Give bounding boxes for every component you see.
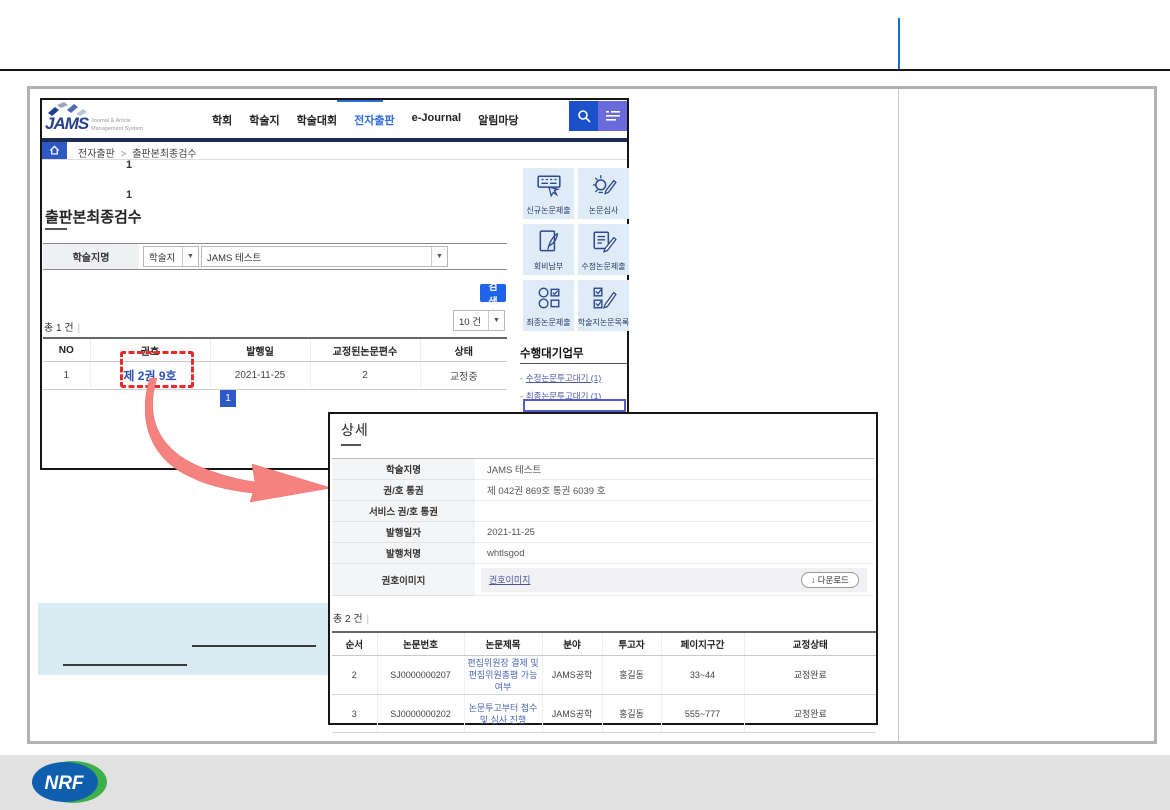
detail-row-volume: 권/호 통권 제 042권 869호 통권 6039 호 (332, 480, 874, 501)
article-title-link[interactable]: 논문투고부터 접수 및 심사 진행 (469, 703, 538, 725)
content-frame-divider (898, 89, 899, 741)
nav-haksulji[interactable]: 학술지 (249, 112, 279, 128)
search-button[interactable]: 검색 (480, 284, 506, 302)
sidebar-truncated-box (523, 399, 626, 412)
issue-detail-table: 학술지명 JAMS 테스트 권/호 통권 제 042권 869호 통권 6039… (332, 458, 874, 596)
popup-title-underline (341, 444, 361, 446)
home-button[interactable] (42, 142, 67, 159)
popup-result-count: 총 2 건| (333, 610, 369, 625)
annotation-underline-1 (192, 645, 316, 647)
col-paper-no: 논문번호 (377, 632, 464, 656)
home-icon (49, 145, 60, 156)
journal-select[interactable]: JAMS 테스트 ▼ (201, 246, 448, 267)
tile-new-submission[interactable]: 신규논문제출 (523, 168, 574, 219)
chevron-down-icon: ▼ (431, 247, 447, 266)
pending-tasks-title: 수행대기업무 (520, 345, 583, 361)
col-corrected-count: 교정된논문편수 (310, 338, 420, 362)
col-paper-title: 논문제목 (464, 632, 542, 656)
annotation-underline-2 (63, 664, 187, 666)
pending-tasks-underline (520, 363, 627, 364)
col-page-range: 페이지구간 (661, 632, 744, 656)
pending-item-revised[interactable]: -수정논문투고대기 (1) (520, 372, 601, 384)
col-field: 분야 (542, 632, 602, 656)
popup-title: 상세 (341, 420, 369, 440)
checklist-pencil-icon (591, 285, 617, 311)
journal-type-select[interactable]: 학술지 ▼ (143, 246, 199, 267)
nav-notice[interactable]: 알림마당 (478, 112, 518, 128)
annotation-arrow (145, 378, 340, 503)
tile-fee-payment[interactable]: 회비납부 (523, 224, 574, 275)
nav-active-indicator (337, 100, 383, 102)
top-vertical-divider (898, 18, 900, 70)
cell-no: 1 (43, 362, 90, 390)
main-nav: 학회 학술지 학술대회 전자출판 e-Journal 알림마당 (212, 112, 519, 128)
keyboard-hand-icon (536, 173, 562, 199)
nav-electronic-publishing[interactable]: 전자출판 (354, 112, 394, 128)
bulb-pencil-icon (591, 173, 617, 199)
col-order: 순서 (332, 632, 377, 656)
hamburger-menu-icon (605, 109, 621, 123)
detail-row-publisher: 발행처명 whtlsgod (332, 543, 874, 564)
detail-row-cover-image: 권호이미지 권호이미지 ↓ 다운로드 (332, 564, 874, 596)
col-status: 상태 (420, 338, 507, 362)
detail-row-service-volume: 서비스 권/호 통권 (332, 501, 874, 522)
article-table-header: 순서 논문번호 논문제목 분야 투고자 페이지구간 교정상태 (332, 632, 876, 656)
article-row: 2 SJ0000000207 편집위원장 결제 및 편집위원총평 가능여부 JA… (332, 656, 876, 695)
tile-paper-review[interactable]: 논문심사 (578, 168, 629, 219)
chevron-down-icon: ▼ (182, 247, 198, 266)
jams-logo-subtext: Journal & Article Management System (91, 117, 143, 134)
nrf-logo: NRF (28, 758, 108, 806)
document-feather-icon (536, 229, 562, 255)
menu-icon-button[interactable] (598, 101, 627, 131)
cover-image-link[interactable]: 권호이미지 (489, 573, 530, 586)
article-row: 3 SJ0000000202 논문투고부터 접수 및 심사 진행 JAMS공학 … (332, 695, 876, 733)
cover-image-panel: 권호이미지 ↓ 다운로드 (481, 568, 867, 592)
nav-hakhoe[interactable]: 학회 (212, 112, 232, 128)
chevron-down-icon: ▼ (488, 311, 504, 330)
footer-bar: NRF 한국연구재단 (0, 755, 1170, 810)
page-title-underline (45, 228, 67, 230)
cell-status: 교정중 (420, 362, 507, 390)
col-correction-status: 교정상태 (744, 632, 876, 656)
col-no: NO (43, 338, 90, 362)
search-icon (576, 108, 592, 124)
emoticon-checkbox-icon (536, 285, 562, 311)
detail-row-journal: 학술지명 JAMS 테스트 (332, 459, 874, 480)
download-button[interactable]: ↓ 다운로드 (801, 572, 859, 588)
annotation-step-1b: 1 (126, 189, 132, 201)
top-horizontal-rule (0, 69, 1170, 71)
issue-table-header: NO 권호 발행일 교정된논문편수 상태 (43, 338, 507, 362)
page-title: 출판본최종검수 (45, 206, 142, 227)
nav-ejournal[interactable]: e-Journal (412, 112, 462, 128)
detail-row-pubdate: 발행일자 2021-11-25 (332, 522, 874, 543)
page: JAMS Journal & Article Management System… (0, 0, 1170, 810)
tile-revised-submission[interactable]: 수정논문제출 (578, 224, 629, 275)
detail-popup: 상세 학술지명 JAMS 테스트 권/호 통권 제 042권 869호 통권 6… (328, 412, 878, 725)
annotation-step-1a: 1 (126, 159, 132, 171)
col-pubdate: 발행일 (210, 338, 310, 362)
nav-haksuldaehoe[interactable]: 학술대회 (297, 112, 337, 128)
result-count: 총 1 건| (44, 319, 80, 334)
tile-final-submission[interactable]: 최종논문제출 (523, 280, 574, 331)
document-pencil-icon (591, 229, 617, 255)
page-size-select[interactable]: 10 건 ▼ (453, 310, 505, 331)
journal-name-label: 학술지명 (43, 244, 139, 269)
breadcrumb: 전자출판 > 출판본최종검수 (78, 145, 197, 160)
jams-logo-text: JAMS (45, 114, 88, 134)
nrf-logo-text: NRF (44, 773, 84, 794)
article-title-link[interactable]: 편집위원장 결제 및 편집위원총평 가능여부 (467, 658, 538, 692)
col-submitter: 투고자 (602, 632, 661, 656)
search-icon-button[interactable] (569, 101, 598, 131)
tile-journal-paper-list[interactable]: 학술지논문목록 (578, 280, 629, 331)
article-table: 순서 논문번호 논문제목 분야 투고자 페이지구간 교정상태 2 SJ00000… (332, 631, 876, 733)
